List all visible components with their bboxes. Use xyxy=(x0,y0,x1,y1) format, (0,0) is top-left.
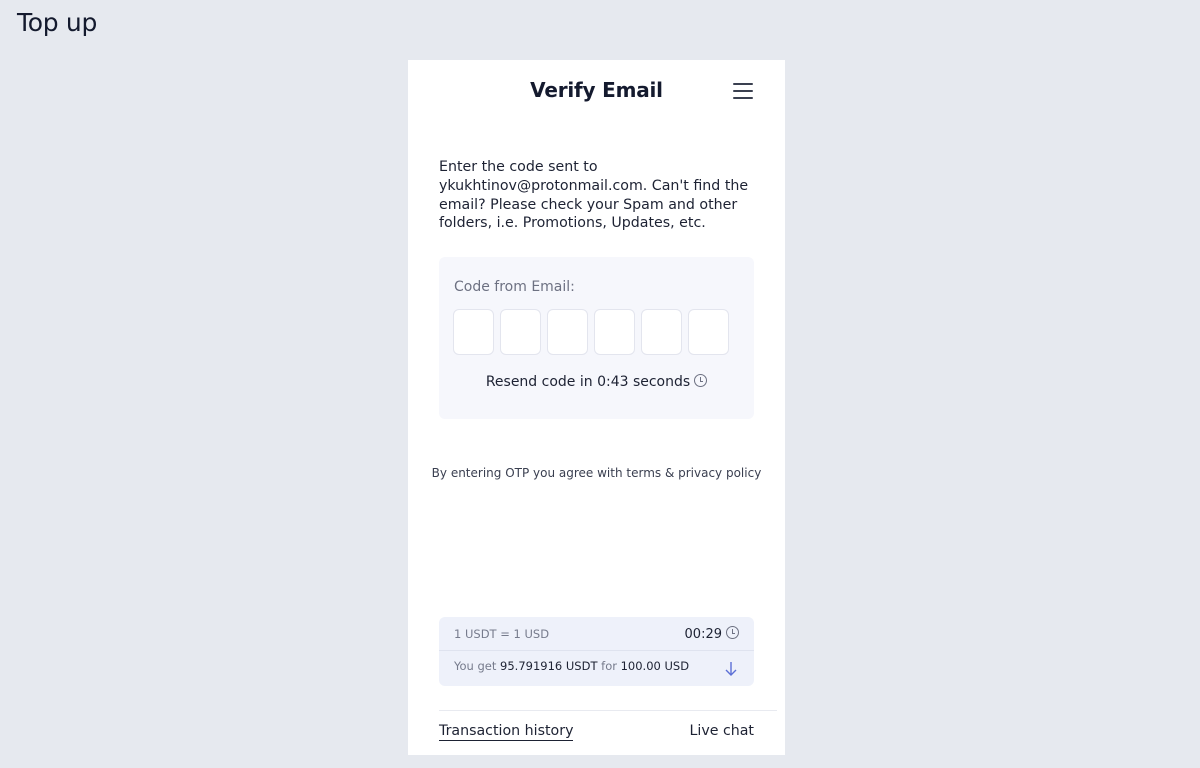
code-digit-6[interactable] xyxy=(688,309,729,355)
you-get-row: You get 95.791916 USDT for 100.00 USD xyxy=(454,659,739,673)
rate-timer-text: 00:29 xyxy=(684,627,722,642)
clock-icon xyxy=(726,626,739,639)
code-panel: Code from Email: Resend code in 0:43 sec… xyxy=(439,257,754,419)
resend-timer: Resend code in 0:43 seconds xyxy=(439,374,754,390)
code-input-group xyxy=(453,309,729,355)
footer-divider xyxy=(439,710,777,711)
rate-divider xyxy=(439,650,754,651)
code-digit-2[interactable] xyxy=(500,309,541,355)
page-title: Top up xyxy=(17,8,98,37)
code-label: Code from Email: xyxy=(454,279,575,295)
hamburger-menu-icon[interactable] xyxy=(733,83,753,101)
exchange-rate: 1 USDT = 1 USD xyxy=(454,627,550,641)
you-get-label: You get xyxy=(454,659,497,673)
code-digit-1[interactable] xyxy=(453,309,494,355)
arrow-down-icon[interactable] xyxy=(724,661,738,677)
code-digit-4[interactable] xyxy=(594,309,635,355)
live-chat-link[interactable]: Live chat xyxy=(689,723,754,739)
resend-text: Resend code in 0:43 seconds xyxy=(485,374,691,390)
rate-row: 1 USDT = 1 USD 00:29 xyxy=(454,626,739,643)
rate-timer: 00:29 xyxy=(685,626,739,642)
clock-icon xyxy=(694,374,708,387)
transaction-history-link[interactable]: Transaction history xyxy=(439,723,574,741)
terms-text: By entering OTP you agree with terms & p… xyxy=(431,466,762,480)
pay-amount: 100.00 USD xyxy=(620,659,690,673)
receive-amount: 95.791916 USDT xyxy=(500,659,598,673)
instructions-text: Enter the code sent to ykukhtinov@proton… xyxy=(439,159,749,232)
code-digit-3[interactable] xyxy=(547,309,588,355)
rate-panel: 1 USDT = 1 USD 00:29 You get 95.791916 U… xyxy=(439,617,754,686)
for-label: for xyxy=(601,659,617,673)
code-digit-5[interactable] xyxy=(641,309,682,355)
header-title: Verify Email xyxy=(530,78,663,102)
verify-email-widget: Verify Email Enter the code sent to ykuk… xyxy=(408,60,785,755)
